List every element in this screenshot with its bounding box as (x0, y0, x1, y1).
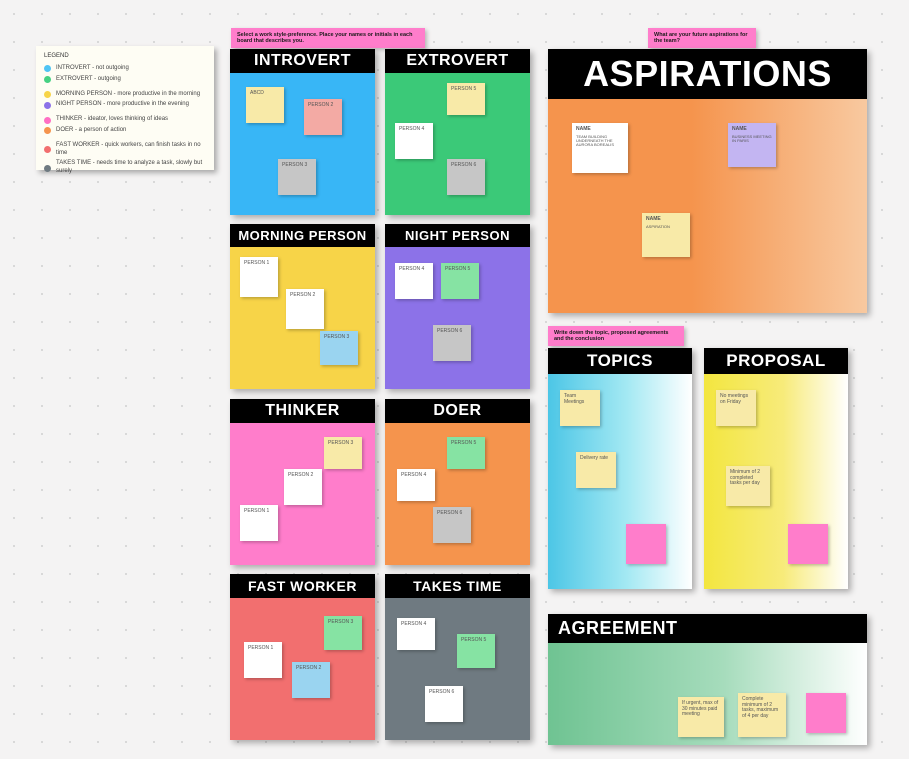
board-morning[interactable]: MORNING PERSON PERSON 1 PERSON 2 PERSON … (230, 224, 375, 389)
board-extrovert-title: EXTROVERT (385, 49, 530, 73)
sticky-note[interactable]: PERSON 2 (284, 469, 322, 505)
sticky-note[interactable]: PERSON 6 (447, 159, 485, 195)
sticky-note[interactable]: NAME TEAM BUILDING UNDERNEATH THE AURORA… (572, 123, 628, 173)
sticky-note[interactable]: PERSON 2 (304, 99, 342, 135)
legend-title: LEGEND (44, 53, 206, 59)
sticky-note[interactable]: ABCD (246, 87, 284, 123)
legend-dot-icon (44, 65, 51, 72)
legend-item: MORNING PERSON - more productive in the … (44, 91, 206, 99)
legend-item: FAST WORKER - quick workers, can finish … (44, 142, 206, 158)
sticky-note[interactable]: Delivery rate (576, 452, 616, 488)
legend-text: TAKES TIME - needs time to analyze a tas… (56, 160, 206, 176)
banner-agreements: Write down the topic, proposed agreement… (548, 326, 684, 346)
sticky-note[interactable]: NAME BUSINESS MEETING IN PARIS (728, 123, 776, 167)
sticky-note[interactable]: PERSON 3 (324, 437, 362, 469)
board-fast-title: FAST WORKER (230, 574, 375, 598)
sticky-note[interactable]: PERSON 4 (397, 618, 435, 650)
board-aspirations-title: ASPIRATIONS (548, 49, 867, 99)
legend-text: NIGHT PERSON - more productive in the ev… (56, 101, 189, 109)
note-name: NAME (732, 127, 772, 133)
board-aspirations[interactable]: ASPIRATIONS NAME TEAM BUILDING UNDERNEAT… (548, 49, 867, 313)
sticky-note[interactable]: PERSON 2 (286, 289, 324, 329)
board-night[interactable]: NIGHT PERSON PERSON 4 PERSON 5 PERSON 6 (385, 224, 530, 389)
board-introvert[interactable]: INTROVERT ABCD PERSON 2 PERSON 3 (230, 49, 375, 215)
sticky-note[interactable]: Complete minimum of 2 tasks, maximum of … (738, 693, 786, 737)
board-takes[interactable]: TAKES TIME PERSON 4 PERSON 5 PERSON 6 (385, 574, 530, 740)
sticky-note[interactable] (626, 524, 666, 564)
board-takes-title: TAKES TIME (385, 574, 530, 598)
board-agreement-title: AGREEMENT (548, 614, 867, 643)
sticky-note[interactable]: No meetings on Friday (716, 390, 756, 426)
legend-dot-icon (44, 165, 51, 172)
sticky-note[interactable] (788, 524, 828, 564)
sticky-note[interactable]: PERSON 5 (457, 634, 495, 668)
sticky-note[interactable]: PERSON 5 (447, 437, 485, 469)
sticky-note[interactable]: NAME ASPIRATION (642, 213, 690, 257)
note-body: ASPIRATION (646, 225, 686, 229)
board-introvert-title: INTROVERT (230, 49, 375, 73)
legend-dot-icon (44, 146, 51, 153)
legend-text: THINKER - ideator, loves thinking of ide… (56, 116, 168, 124)
legend-dot-icon (44, 91, 51, 98)
legend-dot-icon (44, 117, 51, 124)
board-fast[interactable]: FAST WORKER PERSON 3 PERSON 1 PERSON 2 (230, 574, 375, 740)
board-proposal[interactable]: PROPOSAL No meetings on Friday Minimum o… (704, 348, 848, 589)
sticky-note[interactable]: PERSON 6 (433, 507, 471, 543)
sticky-note[interactable]: If urgent, max of 30 minutes paid meetin… (678, 697, 724, 737)
sticky-note[interactable]: PERSON 4 (397, 469, 435, 501)
board-extrovert[interactable]: EXTROVERT PERSON 5 PERSON 4 PERSON 6 (385, 49, 530, 215)
banner-workstyle: Select a work style-preference. Place yo… (231, 28, 425, 48)
legend-text: EXTROVERT - outgoing (56, 76, 121, 84)
legend-item: NIGHT PERSON - more productive in the ev… (44, 101, 206, 109)
legend-dot-icon (44, 127, 51, 134)
board-morning-title: MORNING PERSON (230, 224, 375, 247)
sticky-note[interactable]: PERSON 5 (447, 83, 485, 115)
sticky-note[interactable]: PERSON 4 (395, 263, 433, 299)
board-proposal-title: PROPOSAL (704, 348, 848, 374)
note-body: TEAM BUILDING UNDERNEATH THE AURORA BORE… (576, 135, 624, 148)
sticky-note[interactable]: PERSON 4 (395, 123, 433, 159)
board-night-title: NIGHT PERSON (385, 224, 530, 247)
board-agreement[interactable]: AGREEMENT If urgent, max of 30 minutes p… (548, 614, 867, 745)
board-thinker[interactable]: THINKER PERSON 3 PERSON 2 PERSON 1 (230, 399, 375, 565)
legend-item: THINKER - ideator, loves thinking of ide… (44, 116, 206, 124)
banner-aspirations: What are your future aspirations for the… (648, 28, 756, 48)
sticky-note[interactable]: Team Meetings (560, 390, 600, 426)
sticky-note[interactable]: Minimum of 2 completed tasks per day (726, 466, 770, 506)
sticky-note[interactable]: PERSON 3 (278, 159, 316, 195)
legend-text: MORNING PERSON - more productive in the … (56, 91, 200, 99)
sticky-note[interactable]: PERSON 3 (320, 331, 358, 365)
legend-rows: INTROVERT - not outgoing EXTROVERT - outg… (44, 65, 206, 176)
legend-item: TAKES TIME - needs time to analyze a tas… (44, 160, 206, 176)
sticky-note[interactable] (806, 693, 846, 733)
legend-item: EXTROVERT - outgoing (44, 76, 206, 84)
note-name: NAME (646, 217, 686, 223)
legend-dot-icon (44, 76, 51, 83)
board-thinker-title: THINKER (230, 399, 375, 423)
legend-dot-icon (44, 102, 51, 109)
legend-text: FAST WORKER - quick workers, can finish … (56, 142, 206, 158)
sticky-note[interactable]: PERSON 3 (324, 616, 362, 650)
board-doer[interactable]: DOER PERSON 5 PERSON 4 PERSON 6 (385, 399, 530, 565)
sticky-note[interactable]: PERSON 1 (244, 642, 282, 678)
sticky-note[interactable]: PERSON 1 (240, 505, 278, 541)
sticky-note[interactable]: PERSON 6 (425, 686, 463, 722)
legend-panel: LEGEND INTROVERT - not outgoing EXTROVERT… (36, 46, 214, 170)
legend-text: INTROVERT - not outgoing (56, 65, 129, 73)
legend-item: DOER - a person of action (44, 127, 206, 135)
legend-text: DOER - a person of action (56, 127, 126, 135)
sticky-note[interactable]: PERSON 6 (433, 325, 471, 361)
sticky-note[interactable]: PERSON 1 (240, 257, 278, 297)
board-topics[interactable]: TOPICS Team Meetings Delivery rate (548, 348, 692, 589)
board-doer-title: DOER (385, 399, 530, 423)
note-body: BUSINESS MEETING IN PARIS (732, 135, 772, 144)
sticky-note[interactable]: PERSON 5 (441, 263, 479, 299)
board-topics-title: TOPICS (548, 348, 692, 374)
note-name: NAME (576, 127, 624, 133)
legend-item: INTROVERT - not outgoing (44, 65, 206, 73)
sticky-note[interactable]: PERSON 2 (292, 662, 330, 698)
